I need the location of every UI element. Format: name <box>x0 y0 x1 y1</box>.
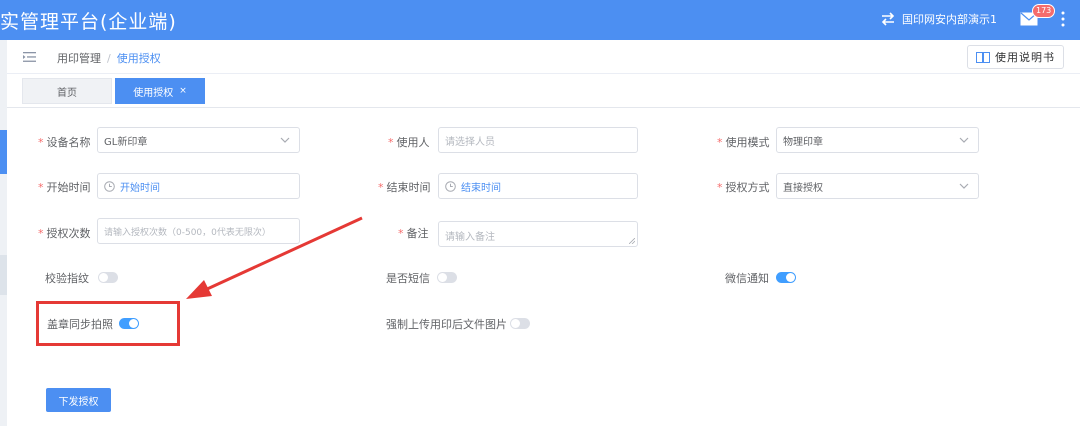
app-header: 实管理平台(企业端) 国印网安内部演示1 173 <box>0 0 1080 40</box>
required-mark: * <box>388 136 394 149</box>
swap-icon <box>881 12 895 26</box>
tab-usage-authorization[interactable]: 使用授权 × <box>115 78 205 104</box>
wechat-notify-label: 微信通知 <box>725 272 769 285</box>
mail-badge: 173 <box>1032 4 1056 18</box>
user-placeholder: 请选择人员 <box>445 136 495 148</box>
user-manual-button[interactable]: 使用说明书 <box>967 45 1064 69</box>
end-time-picker[interactable]: 结束时间 <box>438 173 638 199</box>
fingerprint-switch[interactable] <box>98 272 118 283</box>
auth-method-value: 直接授权 <box>783 182 823 194</box>
tabs-bar: 首页 使用授权 × <box>7 74 1080 108</box>
remark-label: * 备注 <box>398 227 429 240</box>
device-name-select[interactable]: GL新印章 <box>97 127 300 153</box>
switch-knob <box>438 273 447 282</box>
auth-method-select[interactable]: 直接授权 <box>776 173 979 199</box>
breadcrumb-bar: 用印管理 / 使用授权 使用说明书 <box>7 40 1080 74</box>
app-title: 实管理平台(企业端) <box>0 11 177 33</box>
remark-textarea[interactable]: 请输入备注 <box>438 221 638 247</box>
wechat-notify-switch[interactable] <box>776 272 796 283</box>
org-switcher[interactable]: 国印网安内部演示1 <box>880 11 997 27</box>
usage-mode-value: 物理印章 <box>783 136 823 148</box>
breadcrumb-item[interactable]: 用印管理 <box>57 52 101 65</box>
end-time-label: * 结束时间 <box>378 181 431 194</box>
menu-toggle-icon[interactable] <box>23 51 36 63</box>
org-name: 国印网安内部演示1 <box>902 13 997 26</box>
tab-close-icon[interactable]: × <box>179 86 187 96</box>
sms-switch[interactable] <box>437 272 457 283</box>
tab-label: 使用授权 <box>133 87 174 99</box>
start-time-picker[interactable]: 开始时间 <box>97 173 300 199</box>
device-name-label: * 设备名称 <box>38 136 91 149</box>
highlight-box <box>36 301 180 346</box>
user-select[interactable]: 请选择人员 <box>438 127 638 153</box>
required-mark: * <box>38 181 44 194</box>
force-upload-label: 强制上传用印后文件图片 <box>386 318 507 331</box>
end-time-placeholder: 结束时间 <box>461 182 501 194</box>
required-mark: * <box>717 136 723 149</box>
issue-authorization-button[interactable]: 下发授权 <box>46 388 111 412</box>
required-mark: * <box>717 181 723 194</box>
required-mark: * <box>398 227 404 240</box>
sidebar-collapsed <box>0 40 7 426</box>
breadcrumb-separator: / <box>107 52 111 65</box>
clock-icon <box>104 180 115 192</box>
start-time-label: * 开始时间 <box>38 181 91 194</box>
switch-knob <box>99 273 108 282</box>
start-time-placeholder: 开始时间 <box>120 182 160 194</box>
tab-label: 首页 <box>57 87 77 99</box>
switch-knob <box>786 273 795 282</box>
usage-mode-label: * 使用模式 <box>717 136 770 149</box>
user-label: * 使用人 <box>388 136 430 149</box>
required-mark: * <box>38 136 44 149</box>
chevron-down-icon <box>280 137 290 143</box>
breadcrumb: 用印管理 / 使用授权 <box>57 50 161 66</box>
more-vertical-icon[interactable] <box>1060 10 1066 28</box>
usage-mode-select[interactable]: 物理印章 <box>776 127 979 153</box>
fingerprint-label: 校验指纹 <box>45 272 89 285</box>
breadcrumb-current: 使用授权 <box>116 52 161 65</box>
remark-placeholder: 请输入备注 <box>445 232 495 243</box>
sms-label: 是否短信 <box>386 272 430 285</box>
required-mark: * <box>378 181 384 194</box>
required-mark: * <box>38 227 44 240</box>
device-name-value: GL新印章 <box>104 136 148 148</box>
chevron-down-icon <box>959 137 969 143</box>
mail-button[interactable]: 173 <box>1020 4 1056 26</box>
chevron-down-icon <box>959 183 969 189</box>
resize-grip-icon[interactable] <box>629 238 635 244</box>
clock-icon <box>445 180 456 192</box>
book-icon <box>976 51 990 63</box>
user-manual-label: 使用说明书 <box>995 51 1055 64</box>
sidebar-marker <box>0 255 7 295</box>
force-upload-switch[interactable] <box>510 318 530 329</box>
tab-home[interactable]: 首页 <box>22 78 112 104</box>
auth-method-label: * 授权方式 <box>717 181 770 194</box>
sidebar-active-marker <box>0 130 7 174</box>
auth-count-placeholder: 请输入授权次数（0-500，0代表无限次） <box>104 227 271 238</box>
auth-count-label: * 授权次数 <box>38 227 91 240</box>
switch-knob <box>511 319 520 328</box>
auth-count-input[interactable]: 请输入授权次数（0-500，0代表无限次） <box>97 218 300 244</box>
